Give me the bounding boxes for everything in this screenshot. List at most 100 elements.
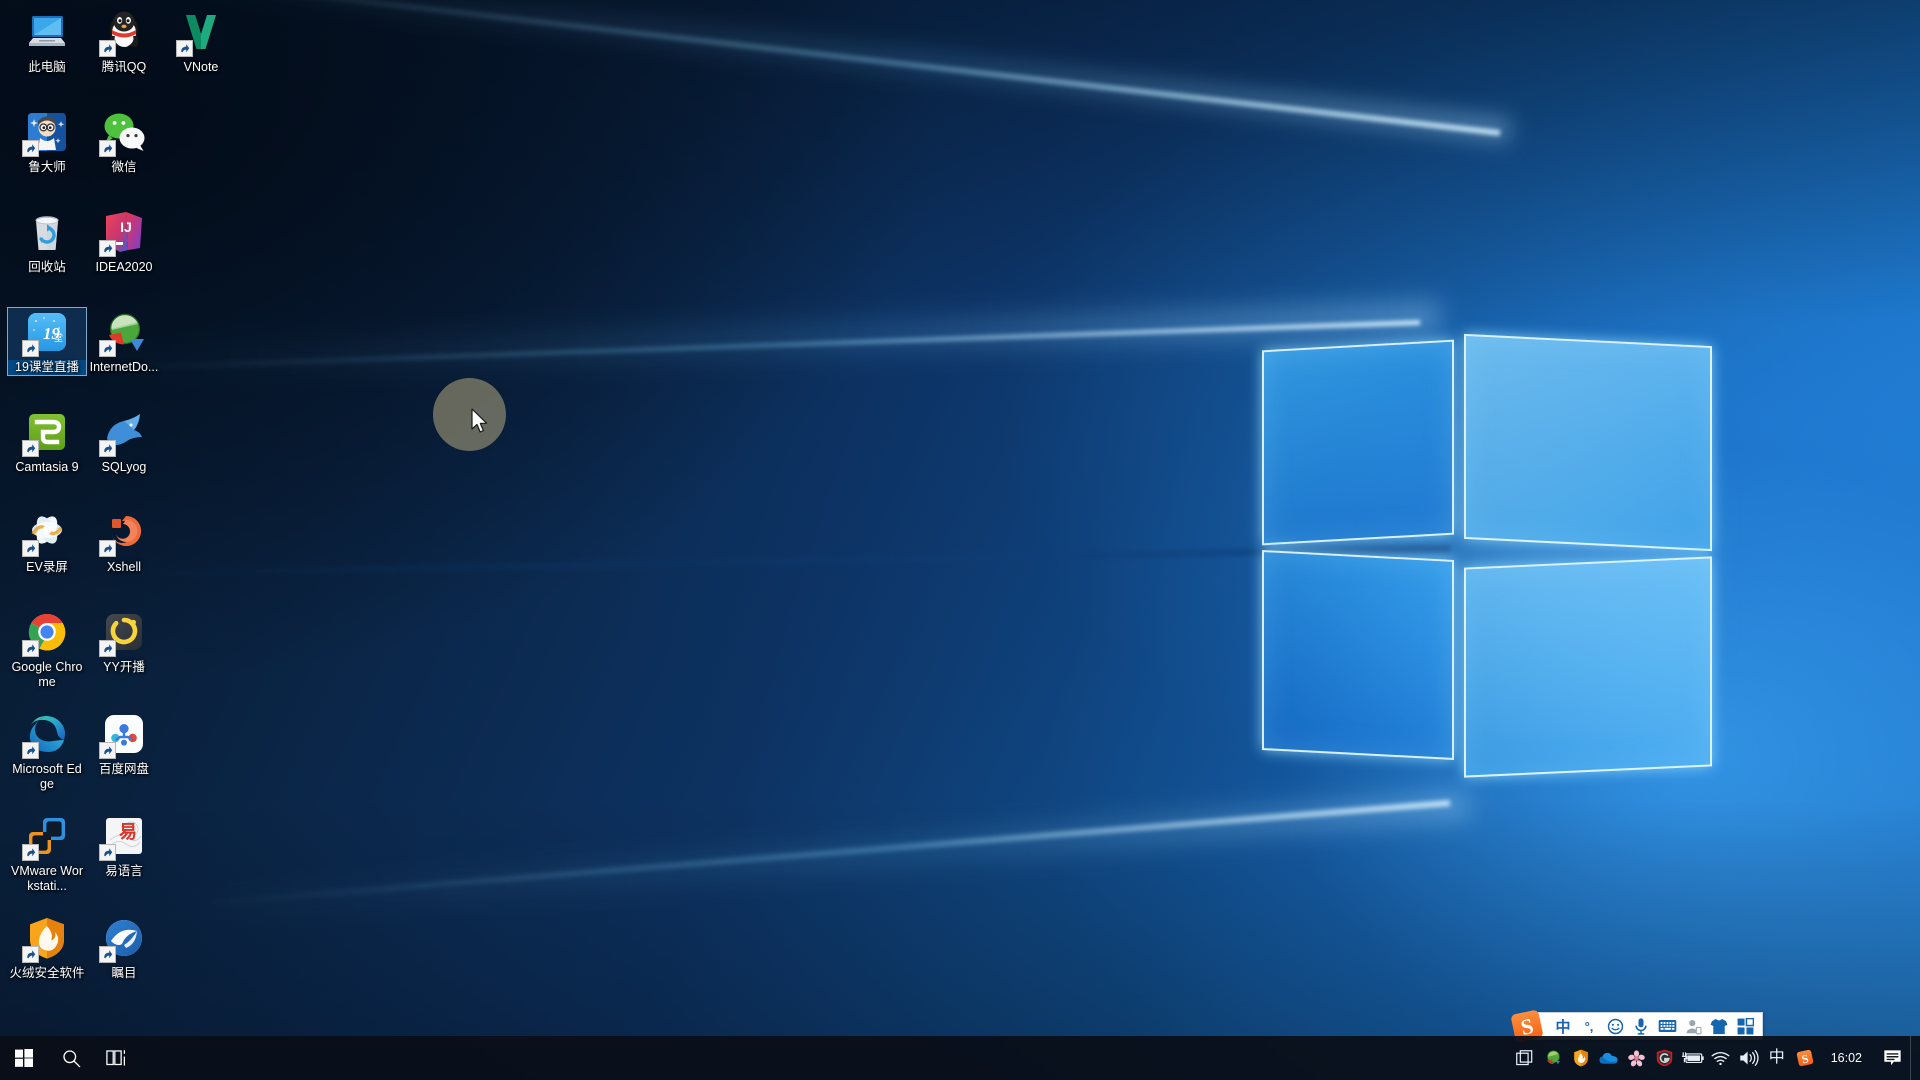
desktop-icon-grid: 此电脑 腾讯QQ VNote 鲁大师 微信 回收站 IJ IDEA2020 19… — [0, 0, 218, 1000]
19ketang-live-icon: 19 堂 — [22, 308, 71, 357]
idm-tray-icon[interactable] — [1539, 1036, 1567, 1080]
sqlyog-icon — [99, 408, 148, 457]
wifi-icon[interactable] — [1707, 1036, 1735, 1080]
shortcut-arrow-icon — [22, 844, 39, 861]
show-desktop-button[interactable] — [1910, 1036, 1918, 1080]
desktop-screen: 此电脑 腾讯QQ VNote 鲁大师 微信 回收站 IJ IDEA2020 19… — [0, 0, 1920, 1080]
desktop-icon-label: SQLyog — [101, 460, 147, 474]
ime-indicator-label: 中 — [1768, 1049, 1785, 1066]
vmware-workstation-icon — [22, 812, 71, 861]
microsoft-edge-icon — [22, 710, 71, 759]
desktop-icon-19ketang-live[interactable]: 19 堂 19课堂直播 — [7, 307, 87, 376]
zhumu-icon — [99, 914, 148, 963]
desktop-icon-label: InternetDo... — [89, 360, 159, 374]
desktop-icon-vnote[interactable]: VNote — [162, 8, 240, 75]
start-button[interactable] — [0, 1036, 48, 1080]
huorong-tray-icon[interactable] — [1567, 1036, 1595, 1080]
desktop-icon-label: 鲁大师 — [28, 160, 66, 174]
shortcut-arrow-icon — [99, 946, 116, 963]
huorong-shield-icon — [1573, 1049, 1588, 1067]
ime-punctuation-label: °, — [1584, 1018, 1594, 1034]
desktop-icon-yy-live[interactable]: YY开播 — [85, 608, 163, 675]
volume-icon[interactable] — [1735, 1036, 1763, 1080]
shortcut-arrow-icon — [22, 440, 39, 457]
desktop-icon-microsoft-edge[interactable]: Microsoft Edge — [8, 710, 86, 792]
sogou-s-icon: S — [1796, 1049, 1813, 1066]
logo-pane-top-right — [1464, 333, 1712, 552]
desktop-icon-label: Google Chrome — [11, 660, 83, 689]
shortcut-arrow-icon — [99, 240, 116, 257]
desktop-icon-easy-language[interactable]: 易易语言 — [85, 812, 163, 879]
battery-plug-icon — [1681, 1052, 1704, 1064]
desktop-icon-this-pc[interactable]: 此电脑 — [8, 8, 86, 75]
desktop-icon-label: Microsoft Edge — [12, 762, 82, 791]
ime-mode-chinese-label: 中 — [1555, 1018, 1571, 1036]
taskbar-clock[interactable]: 16:02 — [1819, 1036, 1874, 1080]
desktop-icon-recycle-bin[interactable]: 回收站 — [8, 208, 86, 275]
task-view-button[interactable] — [94, 1036, 140, 1080]
action-center-button[interactable] — [1874, 1036, 1910, 1080]
cloud-icon — [1599, 1052, 1618, 1064]
taskbar: 中 S 16:02 — [0, 1036, 1920, 1080]
battery-charging-icon[interactable] — [1679, 1036, 1707, 1080]
huorong-security-icon — [22, 914, 71, 963]
shortcut-arrow-icon — [22, 340, 39, 357]
shortcut-arrow-icon — [99, 540, 116, 557]
guard-shield-icon — [1656, 1049, 1673, 1067]
desktop-icon-label: 瞩目 — [111, 966, 137, 980]
desktop-icon-baidu-netdisk[interactable]: 百度网盘 — [85, 710, 163, 777]
flower-tray-icon[interactable] — [1623, 1036, 1651, 1080]
user-icon — [1686, 1019, 1701, 1034]
desktop-icon-label: 微信 — [111, 160, 137, 174]
desktop-icon-tencent-qq[interactable]: 腾讯QQ — [85, 8, 163, 75]
vnote-icon — [176, 8, 225, 57]
desktop-icon-ev-recorder[interactable]: EV录屏 — [8, 508, 86, 575]
logo-pane-bottom-right — [1464, 556, 1712, 778]
desktop-icon-huorong-security[interactable]: 火绒安全软件 — [8, 914, 86, 981]
desktop-icon-label: 易语言 — [105, 864, 143, 878]
desktop-icon-sqlyog[interactable]: SQLyog — [85, 408, 163, 475]
speaker-icon — [1739, 1050, 1759, 1066]
recycle-bin-icon — [23, 208, 71, 256]
baidu-netdisk-icon — [99, 710, 148, 759]
shortcut-arrow-icon — [22, 946, 39, 963]
desktop-icon-label: VMware Workstati... — [10, 864, 83, 893]
desktop-icon-ludashi[interactable]: 鲁大师 — [8, 108, 86, 175]
logo-pane-top-left — [1262, 339, 1454, 546]
sogou-tray-icon[interactable]: S — [1791, 1036, 1819, 1080]
task-view-tray-icon[interactable] — [1511, 1036, 1539, 1080]
desktop-icon-camtasia[interactable]: Camtasia 9 — [8, 408, 86, 475]
desktop-icon-label: IDEA2020 — [95, 260, 153, 274]
shortcut-arrow-icon — [99, 340, 116, 357]
shortcut-arrow-icon — [99, 440, 116, 457]
desktop-icon-label: VNote — [183, 60, 219, 74]
desktop-icon-label: 火绒安全软件 — [9, 966, 85, 980]
shortcut-arrow-icon — [176, 40, 193, 57]
desktop-icon-label: 此电脑 — [28, 60, 66, 74]
search-icon — [62, 1049, 80, 1067]
desktop-icon-intellij-idea[interactable]: IJ IDEA2020 — [85, 208, 163, 275]
system-tray: 中 S 16:02 — [1511, 1036, 1920, 1080]
ime-chinese-indicator[interactable]: 中 — [1763, 1036, 1791, 1080]
desktop-icon-vmware-workstation[interactable]: VMware Workstati... — [8, 812, 86, 894]
idm-globe-icon — [1546, 1050, 1560, 1065]
onedrive-tray-icon[interactable] — [1595, 1036, 1623, 1080]
desktop-icon-wechat[interactable]: 微信 — [85, 108, 163, 175]
desktop-icon-internet-download-manager[interactable]: InternetDo... — [85, 308, 163, 375]
sakura-flower-icon — [1628, 1049, 1645, 1066]
keyboard-icon — [1658, 1019, 1676, 1033]
windows-logo — [1262, 333, 1712, 800]
clock-time: 16:02 — [1830, 1050, 1862, 1065]
desktop-icon-label: 19课堂直播 — [8, 360, 86, 375]
desktop-icon-zhumu[interactable]: 瞩目 — [85, 914, 163, 981]
shortcut-arrow-icon — [22, 540, 39, 557]
shield-g-tray-icon[interactable] — [1651, 1036, 1679, 1080]
search-button[interactable] — [48, 1036, 94, 1080]
desktop-icon-label: 百度网盘 — [98, 762, 149, 776]
shortcut-arrow-icon — [22, 140, 39, 157]
ev-recorder-icon — [22, 508, 71, 557]
task-view-icon — [106, 1050, 126, 1066]
desktop-icon-xshell[interactable]: Xshell — [85, 508, 163, 575]
desktop-icon-google-chrome[interactable]: Google Chrome — [8, 608, 86, 690]
wifi-signal-icon — [1711, 1051, 1730, 1065]
